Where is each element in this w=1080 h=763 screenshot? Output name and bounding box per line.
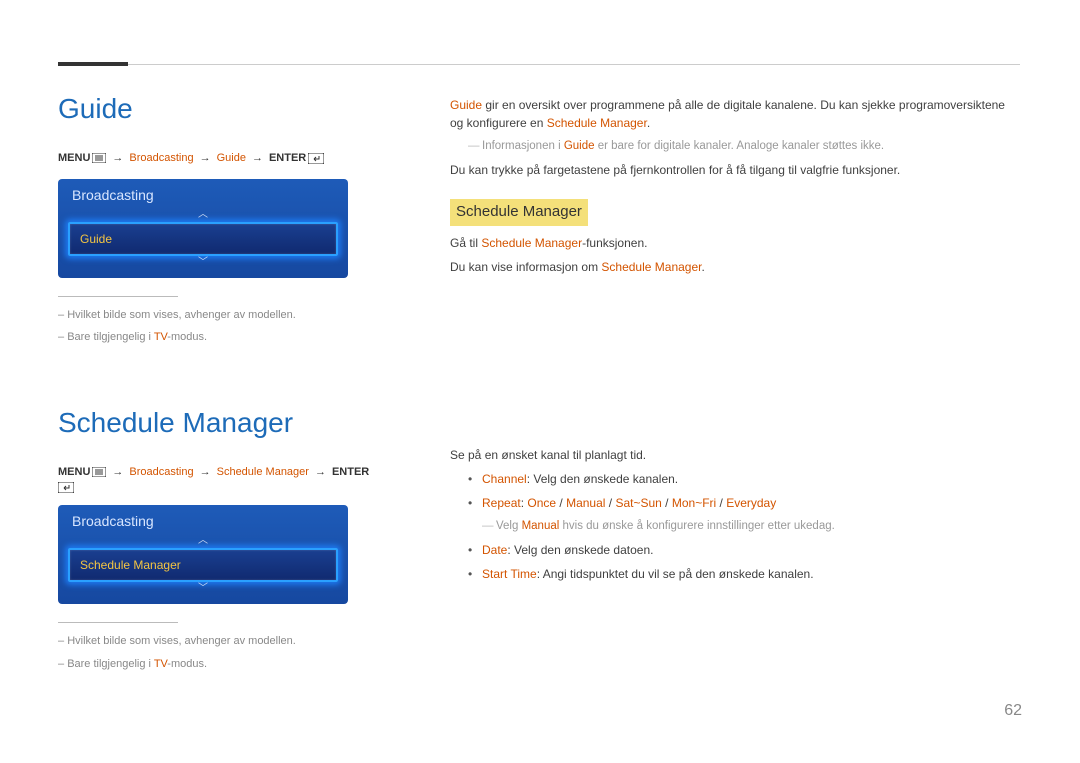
body-text: : Velg den ønskede kanalen. xyxy=(527,472,678,486)
paragraph: Se på en ønsket kanal til planlagt tid. xyxy=(450,446,1010,464)
paragraph: Du kan vise informasjon om Schedule Mana… xyxy=(450,258,1010,276)
body-text: / xyxy=(716,496,726,510)
menu-path-guide: MENU → Broadcasting → Guide → ENTER xyxy=(58,150,378,167)
enter-icon xyxy=(58,482,74,493)
highlight-schedule-manager: Schedule Manager xyxy=(450,199,588,226)
header-rule xyxy=(58,64,1020,65)
right-column: Guide gir en oversikt over programmene p… xyxy=(450,96,1010,589)
divider xyxy=(58,296,178,297)
body-text: : Angi tidspunktet du vil se på den ønsk… xyxy=(537,567,814,581)
body-text: : Velg den ønskede datoen. xyxy=(507,543,653,557)
path-broadcasting: Broadcasting xyxy=(129,464,193,481)
body-text: -funksjonen. xyxy=(582,236,647,250)
hl-word: Schedule Manager xyxy=(481,236,582,250)
body-text: . xyxy=(647,116,650,130)
header-mark xyxy=(58,62,128,66)
hl-word: Guide xyxy=(450,98,482,112)
note-text: hvis du ønske å konfigurere innstillinge… xyxy=(559,520,835,532)
paragraph: Guide gir en oversikt over programmene p… xyxy=(450,96,1010,132)
footnote-text: Bare tilgjengelig i xyxy=(67,658,154,670)
arrow-icon: → xyxy=(112,150,123,167)
footnote-text: Hvilket bilde som vises, avhenger av mod… xyxy=(67,635,296,647)
footnote-text: Bare tilgjengelig i xyxy=(67,331,154,343)
enter-label: ENTER xyxy=(269,150,306,167)
hl-word: Schedule Manager xyxy=(601,260,701,274)
list-item: Start Time: Angi tidspunktet du vil se p… xyxy=(468,565,1010,583)
hl-word: Date xyxy=(482,543,507,557)
footnote: Bare tilgjengelig i TV-modus. xyxy=(58,656,378,673)
hl-word: Guide xyxy=(564,140,595,152)
footnote-hl: TV xyxy=(154,331,167,343)
menu-label: MENU xyxy=(58,464,90,481)
body-text: . xyxy=(701,260,704,274)
body-text: Gå til xyxy=(450,236,481,250)
list-item: Channel: Velg den ønskede kanalen. xyxy=(468,470,1010,488)
body-text: / xyxy=(556,496,566,510)
divider xyxy=(58,622,178,623)
section-schedule: Schedule Manager MENU → Broadcasting → S… xyxy=(58,402,378,673)
section-guide-title: Guide xyxy=(58,88,378,130)
path-schedule: Schedule Manager xyxy=(217,464,309,481)
menu-label: MENU xyxy=(58,150,90,167)
chevron-up-icon: ︿ xyxy=(68,534,338,548)
hl-word: Sat~Sun xyxy=(615,496,661,510)
osd-item-guide: Guide xyxy=(68,222,338,256)
osd-item-schedule: Schedule Manager xyxy=(68,548,338,582)
footnote: Hvilket bilde som vises, avhenger av mod… xyxy=(58,307,378,324)
hl-word: Schedule Manager xyxy=(547,116,647,130)
menu-icon xyxy=(92,153,106,163)
chevron-down-icon: ﹀ xyxy=(68,582,338,596)
arrow-icon: → xyxy=(315,464,326,481)
footnote-text: -modus. xyxy=(167,658,207,670)
note-text: Velg xyxy=(496,520,522,532)
osd-guide: Broadcasting ︿ Guide ﹀ xyxy=(58,179,348,278)
footnote: Bare tilgjengelig i TV-modus. xyxy=(58,329,378,346)
hl-word: Repeat xyxy=(482,496,521,510)
note: Informasjonen i Guide er bare for digita… xyxy=(468,138,1010,155)
hl-word: Manual xyxy=(566,496,605,510)
hl-word: Manual xyxy=(522,520,560,532)
hl-word: Everyday xyxy=(726,496,776,510)
body-text: / xyxy=(662,496,672,510)
osd-title: Broadcasting xyxy=(68,511,338,532)
note: Velg Manual hvis du ønske å konfigurere … xyxy=(482,518,1010,535)
hl-word: Start Time xyxy=(482,567,537,581)
osd-schedule: Broadcasting ︿ Schedule Manager ﹀ xyxy=(58,505,348,604)
chevron-up-icon: ︿ xyxy=(68,208,338,222)
page-number: 62 xyxy=(1004,699,1022,723)
enter-icon xyxy=(308,153,324,164)
note-text: Informasjonen i xyxy=(482,140,564,152)
chevron-down-icon: ﹀ xyxy=(68,256,338,270)
arrow-icon: → xyxy=(112,464,123,481)
list-item: Repeat: Once / Manual / Sat~Sun / Mon~Fr… xyxy=(468,494,1010,535)
note-text: er bare for digitale kanaler. Analoge ka… xyxy=(595,140,885,152)
path-guide: Guide xyxy=(217,150,246,167)
arrow-icon: → xyxy=(200,464,211,481)
paragraph: Gå til Schedule Manager-funksjonen. xyxy=(450,234,1010,252)
path-broadcasting: Broadcasting xyxy=(129,150,193,167)
enter-label: ENTER xyxy=(332,464,369,481)
footnote-text: -modus. xyxy=(167,331,207,343)
options-list: Channel: Velg den ønskede kanalen. Repea… xyxy=(468,470,1010,583)
footnote: Hvilket bilde som vises, avhenger av mod… xyxy=(58,633,378,650)
body-text: Du kan vise informasjon om xyxy=(450,260,601,274)
footnote-text: Hvilket bilde som vises, avhenger av mod… xyxy=(67,309,296,321)
paragraph: Du kan trykke på fargetastene på fjernko… xyxy=(450,161,1010,179)
menu-path-schedule: MENU → Broadcasting → Schedule Manager →… xyxy=(58,464,378,494)
hl-word: Once xyxy=(527,496,556,510)
hl-word: Channel xyxy=(482,472,527,486)
list-item: Date: Velg den ønskede datoen. xyxy=(468,541,1010,559)
hl-word: Mon~Fri xyxy=(672,496,716,510)
menu-icon xyxy=(92,467,106,477)
section-schedule-title: Schedule Manager xyxy=(58,402,378,444)
osd-title: Broadcasting xyxy=(68,185,338,206)
arrow-icon: → xyxy=(200,150,211,167)
body-text: gir en oversikt over programmene på alle… xyxy=(450,98,1005,130)
arrow-icon: → xyxy=(252,150,263,167)
footnote-hl: TV xyxy=(154,658,167,670)
body-text: / xyxy=(605,496,615,510)
left-column: Guide MENU → Broadcasting → Guide → ENTE… xyxy=(58,88,378,678)
